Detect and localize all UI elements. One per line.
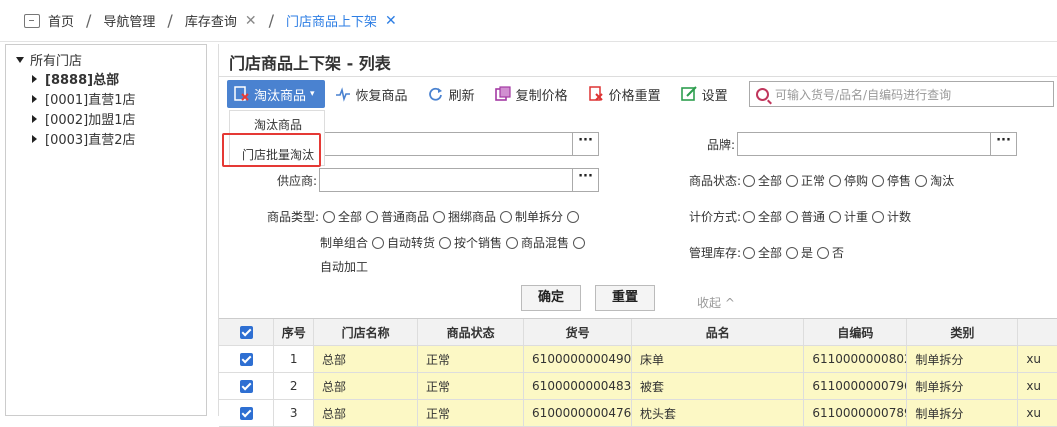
store-tree: 所有门店 [8888]总部 [0001]直营1店 [0002]加盟1店 [000… bbox=[5, 44, 207, 416]
radio[interactable] bbox=[872, 174, 885, 187]
status-label: 商品状态: bbox=[688, 174, 741, 188]
collapse-toggle[interactable]: 收起 ^ bbox=[697, 294, 735, 311]
brand-input[interactable]: ··· bbox=[737, 132, 1017, 156]
table-row[interactable]: 1 总部 正常 6100000000490 床单 6110000000802 制… bbox=[219, 346, 1057, 373]
toolbar: 淘汰商品 ▾ 恢复商品 刷新 复制价格 价格重置 设置 bbox=[227, 80, 738, 108]
tree-root[interactable]: 所有门店 bbox=[16, 50, 82, 69]
radio[interactable] bbox=[567, 210, 580, 223]
radio[interactable] bbox=[743, 246, 755, 259]
caret-right-icon[interactable] bbox=[32, 74, 37, 83]
supplier-label: 供应商: bbox=[276, 174, 317, 188]
status-radio-group: 全部 正常 停购 停售 淘汰 bbox=[739, 172, 954, 189]
copy-price-button[interactable]: 复制价格 bbox=[485, 80, 578, 108]
type-radio-group-3: 自动加工 bbox=[320, 260, 369, 274]
radio[interactable] bbox=[915, 174, 928, 187]
radio[interactable] bbox=[366, 210, 379, 223]
search-input[interactable]: 可输入货号/品名/自编码进行查询 bbox=[749, 81, 1054, 107]
brand-label: 品牌: bbox=[706, 138, 735, 152]
radio[interactable] bbox=[439, 236, 452, 249]
type-radio-group-2: 制单组合 自动转货 按个销售 商品混售 bbox=[320, 234, 588, 251]
chevron-down-icon: ▾ bbox=[310, 89, 315, 99]
row-checkbox[interactable] bbox=[239, 406, 253, 420]
caret-down-icon[interactable] bbox=[16, 56, 24, 63]
refresh-button[interactable]: 刷新 bbox=[418, 80, 485, 108]
eliminate-icon bbox=[233, 86, 249, 102]
restore-button[interactable]: 恢复商品 bbox=[325, 80, 418, 108]
radio[interactable] bbox=[786, 210, 799, 223]
home-icon bbox=[24, 13, 40, 28]
tree-node[interactable]: [0001]直营1店 bbox=[32, 89, 136, 108]
dropdown-item-eliminate[interactable]: 淘汰商品 bbox=[230, 116, 326, 133]
table-header: 序号 门店名称 商品状态 货号 品名 自编码 类别 bbox=[219, 319, 1057, 346]
confirm-button[interactable]: 确定 bbox=[521, 285, 581, 311]
table-row[interactable]: 2 总部 正常 6100000000483 被套 6110000000796 制… bbox=[219, 373, 1057, 400]
pricing-label: 计价方式: bbox=[688, 210, 741, 224]
breadcrumb: 首页 / 导航管理 / 库存查询 ✕ / 门店商品上下架 ✕ bbox=[0, 0, 1057, 42]
pulse-icon bbox=[335, 86, 351, 102]
supplier-input[interactable]: ··· bbox=[319, 168, 599, 192]
tree-node[interactable]: [0003]直营2店 bbox=[32, 129, 136, 148]
more-icon[interactable]: ··· bbox=[990, 133, 1016, 155]
radio[interactable] bbox=[743, 210, 755, 223]
stock-label: 管理库存: bbox=[688, 246, 741, 260]
radio[interactable] bbox=[500, 210, 513, 223]
caret-right-icon[interactable] bbox=[32, 134, 37, 143]
eliminate-button[interactable]: 淘汰商品 ▾ bbox=[227, 80, 325, 108]
radio[interactable] bbox=[786, 174, 799, 187]
tree-node[interactable]: [8888]总部 bbox=[32, 69, 119, 88]
radio[interactable] bbox=[786, 246, 799, 259]
row-checkbox[interactable] bbox=[239, 379, 253, 393]
edit-icon bbox=[680, 86, 697, 102]
goods-table: 序号 门店名称 商品状态 货号 品名 自编码 类别 1 总部 正常 610000… bbox=[219, 318, 1057, 427]
reset-button[interactable]: 重置 bbox=[595, 285, 655, 311]
radio[interactable] bbox=[433, 210, 446, 223]
radio[interactable] bbox=[829, 174, 842, 187]
caret-right-icon[interactable] bbox=[32, 114, 37, 123]
radio[interactable] bbox=[573, 236, 586, 249]
radio[interactable] bbox=[506, 236, 519, 249]
radio[interactable] bbox=[743, 174, 755, 187]
radio[interactable] bbox=[829, 210, 842, 223]
reset-price-button[interactable]: 价格重置 bbox=[578, 80, 671, 108]
pricing-radio-group: 全部 普通 计重 计数 bbox=[739, 208, 911, 225]
radio[interactable] bbox=[817, 246, 830, 259]
copy-icon bbox=[494, 86, 511, 102]
radio[interactable] bbox=[372, 236, 385, 249]
settings-button[interactable]: 设置 bbox=[671, 80, 738, 108]
breadcrumb-nav[interactable]: 导航管理 / bbox=[103, 0, 184, 42]
tab-stock-query[interactable]: 库存查询 ✕ / bbox=[185, 0, 286, 42]
row-checkbox[interactable] bbox=[239, 352, 253, 366]
tree-node[interactable]: [0002]加盟1店 bbox=[32, 109, 136, 128]
radio[interactable] bbox=[872, 210, 885, 223]
close-icon[interactable]: ✕ bbox=[245, 13, 257, 29]
main-panel: 门店商品上下架 - 列表 淘汰商品 ▾ 恢复商品 刷新 复制价格 价格重置 设置 bbox=[218, 44, 1057, 427]
breadcrumb-home[interactable]: 首页 / bbox=[48, 0, 103, 42]
refresh-icon bbox=[428, 86, 444, 102]
more-icon[interactable]: ··· bbox=[572, 169, 598, 191]
reset-price-icon bbox=[588, 86, 604, 102]
type-label: 商品类型: bbox=[266, 210, 319, 224]
select-all-checkbox[interactable] bbox=[239, 325, 253, 339]
radio[interactable] bbox=[323, 210, 335, 223]
search-icon bbox=[756, 87, 769, 101]
page-title: 门店商品上下架 - 列表 bbox=[229, 54, 391, 73]
stock-radio-group: 全部 是 否 bbox=[739, 244, 844, 261]
more-icon[interactable]: ··· bbox=[572, 133, 598, 155]
type-radio-group: 全部 普通商品 捆绑商品 制单拆分 bbox=[319, 208, 582, 225]
table-row[interactable]: 3 总部 正常 6100000000476 枕头套 6110000000789 … bbox=[219, 400, 1057, 427]
tab-store-goods[interactable]: 门店商品上下架 ✕ bbox=[286, 0, 397, 42]
close-icon[interactable]: ✕ bbox=[385, 13, 397, 29]
first-field-input[interactable]: ··· bbox=[319, 132, 599, 156]
highlight-box bbox=[222, 133, 321, 167]
caret-right-icon[interactable] bbox=[32, 94, 37, 103]
